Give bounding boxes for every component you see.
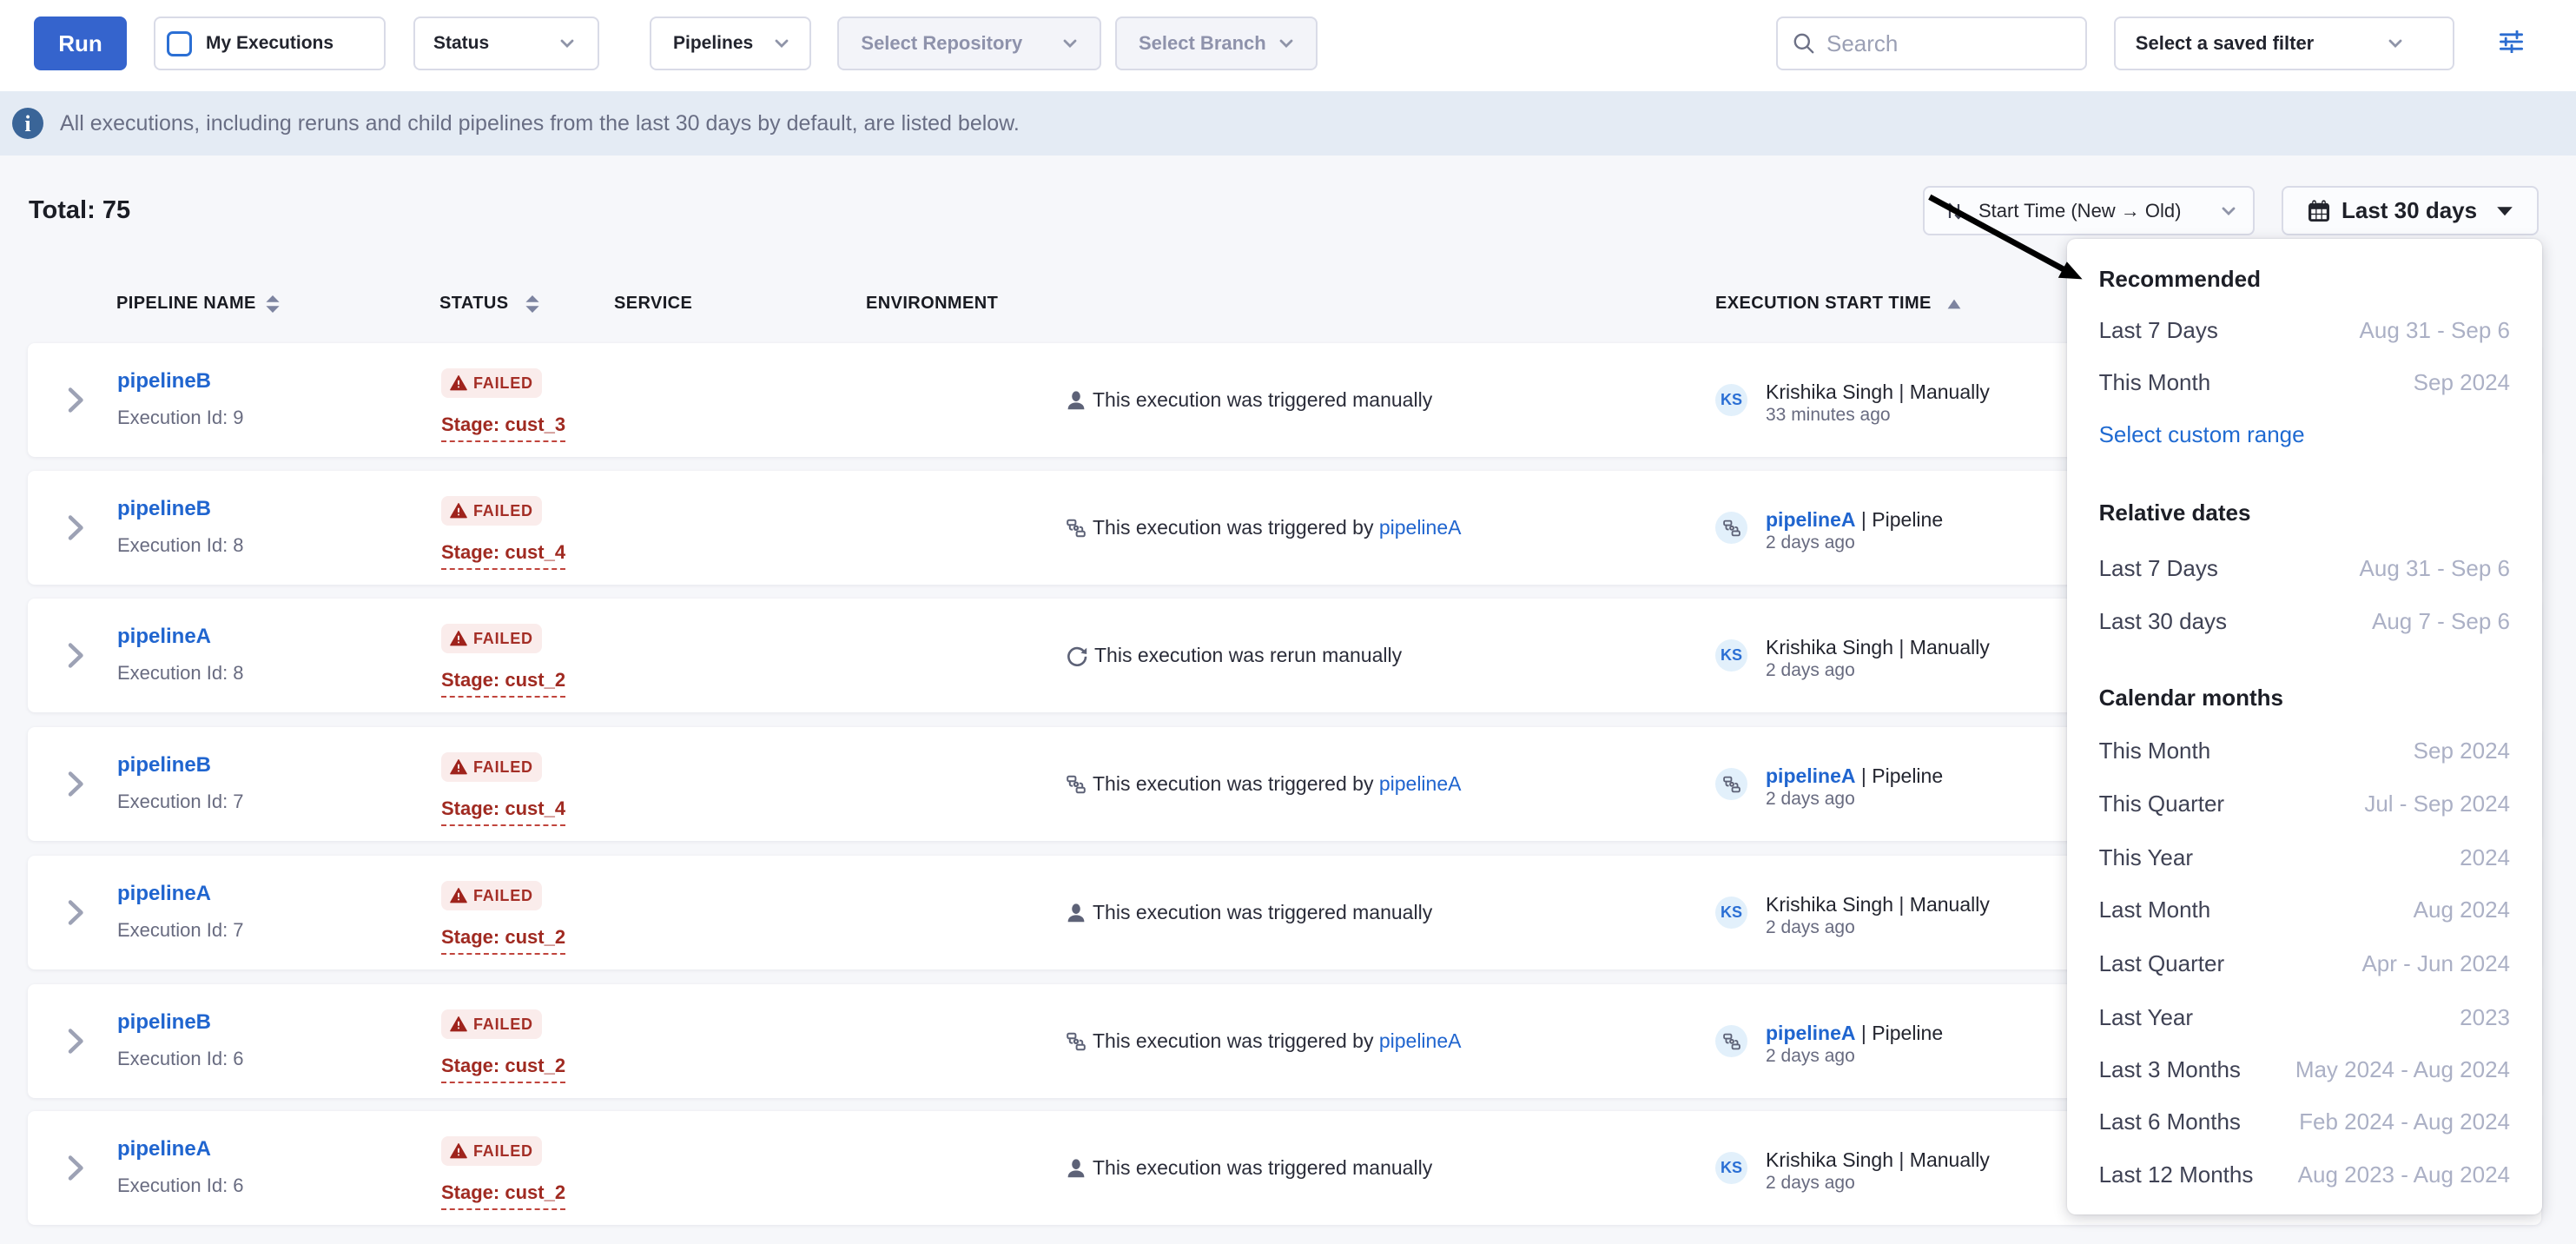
- svg-text:i: i: [24, 111, 30, 136]
